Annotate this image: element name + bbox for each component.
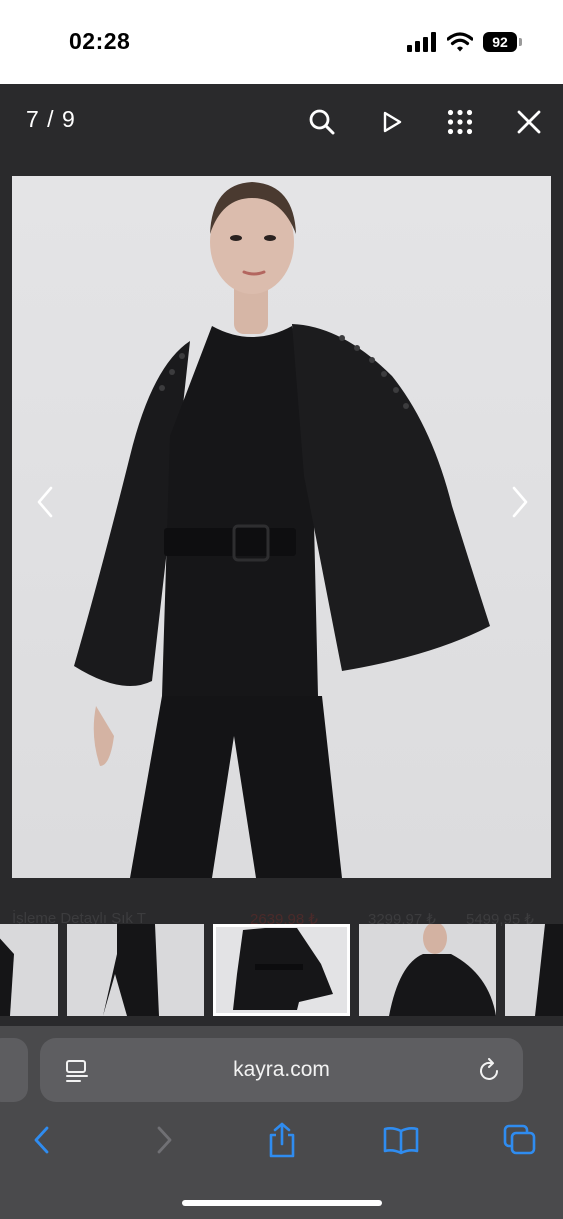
thumbnail-6[interactable] — [67, 924, 204, 1016]
thumbnail-5[interactable] — [0, 924, 58, 1016]
battery-icon: 92 — [483, 32, 522, 52]
status-icons: 92 — [407, 30, 522, 54]
thumbnail-7-image — [233, 928, 333, 1010]
thumbnail-7[interactable] — [213, 924, 350, 1016]
thumbnail-strip — [0, 924, 563, 1016]
back-icon — [34, 1126, 49, 1154]
address-bar[interactable]: kayra.com — [40, 1038, 523, 1102]
product-photo[interactable] — [12, 176, 551, 878]
share-button[interactable] — [262, 1120, 302, 1160]
share-icon — [269, 1122, 295, 1158]
reload-icon[interactable] — [477, 1058, 503, 1084]
grid-icon — [447, 109, 473, 135]
tabs-icon — [503, 1124, 536, 1155]
model-illustration — [74, 182, 490, 878]
search-icon — [309, 109, 335, 135]
back-button[interactable] — [22, 1120, 62, 1160]
thumbnail-5-image — [0, 938, 14, 1016]
tabs-button[interactable] — [500, 1120, 540, 1160]
play-icon — [383, 111, 402, 133]
search-button[interactable] — [302, 102, 342, 142]
thumbnail-9[interactable] — [505, 924, 563, 1016]
status-bar: 02:28 92 — [0, 0, 563, 84]
close-button[interactable] — [509, 102, 549, 142]
thumbnail-8-image — [389, 924, 496, 1016]
image-counter: 7 / 9 — [26, 106, 76, 132]
previous-tab-peek[interactable] — [0, 1038, 28, 1102]
bookmarks-icon — [383, 1127, 419, 1155]
grid-button[interactable] — [440, 102, 480, 142]
thumbnail-9-image — [535, 924, 563, 1016]
thumbnail-8[interactable] — [359, 924, 496, 1016]
thumbnail-6-image — [103, 924, 159, 1016]
chevron-right-icon — [512, 486, 528, 518]
signal-icon — [407, 32, 436, 52]
wifi-icon — [447, 32, 473, 52]
viewer-toolbar: 7 / 9 — [0, 84, 563, 176]
close-icon — [517, 110, 541, 134]
forward-button[interactable] — [144, 1120, 184, 1160]
next-image-button[interactable] — [505, 482, 535, 522]
url-text: kayra.com — [233, 1058, 330, 1081]
bookmarks-button[interactable] — [381, 1120, 421, 1160]
forward-icon — [157, 1126, 172, 1154]
play-button[interactable] — [372, 102, 412, 142]
image-viewer: 7 / 9 İşleme Detaylı Şık T 2639,98 ₺ 329… — [0, 84, 563, 1026]
status-time: 02:28 — [69, 28, 131, 54]
browser-toolbar: kayra.com — [0, 1026, 563, 1219]
home-indicator[interactable] — [182, 1200, 382, 1206]
chevron-left-icon — [37, 486, 53, 518]
previous-image-button[interactable] — [30, 482, 60, 522]
